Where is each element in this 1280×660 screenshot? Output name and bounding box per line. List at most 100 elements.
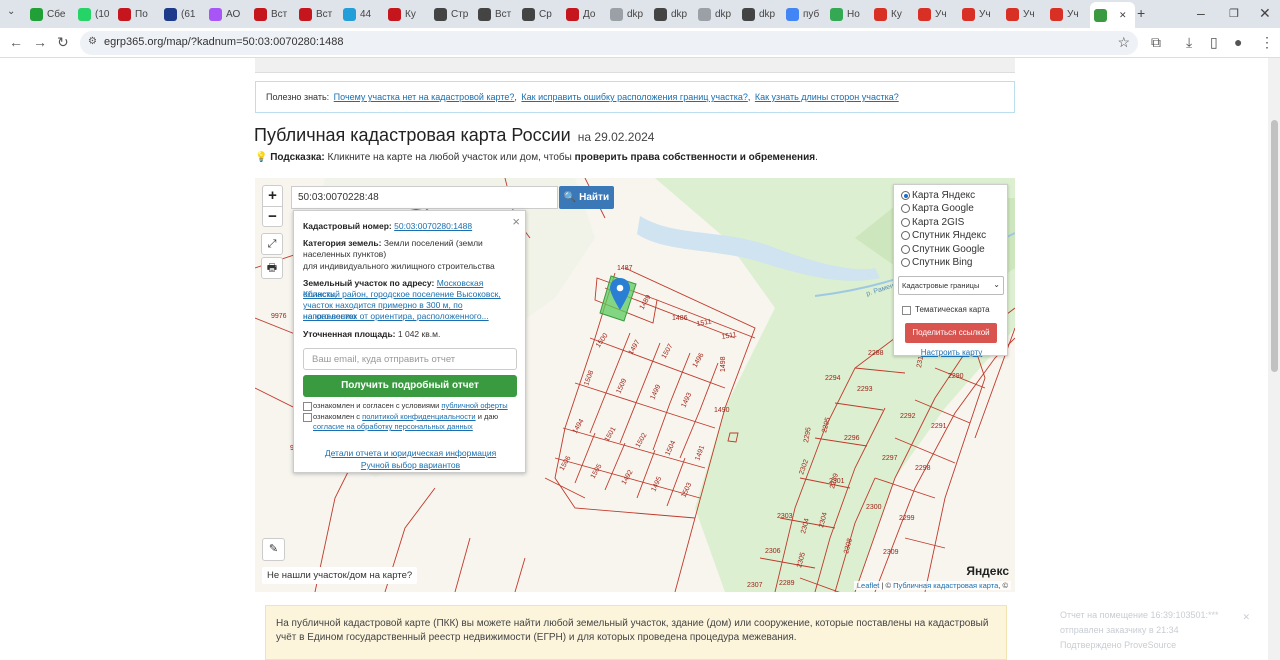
tip-link[interactable]: Как исправить ошибку расположения границ… bbox=[521, 92, 747, 102]
browser-tab[interactable]: dkp bbox=[606, 3, 646, 25]
layer-option[interactable]: Карта Google bbox=[901, 202, 974, 215]
browser-tab[interactable]: Уч bbox=[958, 3, 998, 25]
cadastral-number-link[interactable]: 50:03:0070280:1488 bbox=[394, 221, 472, 231]
parcel-number-label: 1497 bbox=[628, 339, 642, 356]
layer-option[interactable]: Спутник Google bbox=[901, 243, 985, 256]
browser-tab[interactable]: Но bbox=[826, 3, 866, 25]
minimize-icon[interactable]: – bbox=[1197, 5, 1205, 21]
tip-link[interactable]: Почему участка нет на кадастровой карте? bbox=[334, 92, 515, 102]
privacy-checkbox[interactable] bbox=[303, 413, 312, 422]
bookmark-star-icon[interactable]: ☆ bbox=[1117, 34, 1130, 51]
tab-search-icon[interactable]: ⌄ bbox=[7, 6, 15, 17]
profile-icon[interactable]: ● bbox=[1234, 34, 1242, 50]
browser-tab[interactable]: Уч bbox=[1046, 3, 1086, 25]
popup-close-icon[interactable]: × bbox=[512, 214, 520, 229]
browser-tab[interactable]: 44 bbox=[339, 3, 379, 25]
share-link-button[interactable]: Поделиться ссылкой bbox=[905, 323, 997, 343]
extensions-icon[interactable]: ⧉ bbox=[1151, 34, 1161, 51]
thematic-map-checkbox[interactable] bbox=[902, 306, 911, 315]
boundaries-select[interactable]: Кадастровые границы ⌄ bbox=[898, 276, 1004, 295]
leaflet-link[interactable]: Leaflet bbox=[857, 581, 880, 590]
browser-tab[interactable]: Ср bbox=[518, 3, 558, 25]
browser-tab[interactable]: Вст bbox=[474, 3, 514, 25]
radio-button[interactable] bbox=[901, 231, 910, 241]
reload-icon[interactable]: ↻ bbox=[57, 34, 69, 51]
radio-button[interactable] bbox=[901, 258, 910, 267]
tab-favicon-icon bbox=[78, 7, 91, 21]
details-link[interactable]: Детали отчета и юридическая информация bbox=[325, 448, 496, 458]
get-report-button[interactable]: Получить подробный отчет bbox=[303, 375, 517, 397]
layer-option[interactable]: Карта Яндекс bbox=[901, 189, 975, 202]
radio-button[interactable] bbox=[901, 191, 910, 200]
browser-tab[interactable]: ✕ bbox=[1090, 2, 1135, 28]
parcel-number-label: 2291 bbox=[931, 423, 947, 430]
scrollbar-thumb[interactable] bbox=[1271, 120, 1278, 372]
browser-tab[interactable]: По bbox=[114, 3, 154, 25]
tab-close-icon[interactable]: ✕ bbox=[1119, 10, 1127, 21]
browser-tab[interactable]: АО bbox=[205, 3, 245, 25]
parcel-number-label: 2306 bbox=[765, 548, 781, 555]
zoom-out-button[interactable]: − bbox=[263, 206, 282, 226]
zoom-in-button[interactable]: + bbox=[263, 186, 282, 206]
consent-link[interactable]: согласие на обработку персональных данны… bbox=[313, 422, 473, 431]
tab-label: До bbox=[583, 8, 596, 20]
tip-link[interactable]: Как узнать длины сторон участка? bbox=[755, 92, 899, 102]
browser-tab[interactable]: пуб bbox=[782, 3, 822, 25]
parcel-number-label: 1498 bbox=[720, 356, 727, 372]
pkk-link[interactable]: Публичная кадастровая карта bbox=[893, 581, 998, 590]
radio-button[interactable] bbox=[901, 244, 910, 254]
print-button[interactable]: 🖶 bbox=[261, 257, 283, 279]
browser-tab[interactable]: Ку bbox=[870, 3, 910, 25]
parcel-number-label: 2296 bbox=[844, 435, 860, 442]
email-input[interactable]: Ваш email, куда отправить отчет bbox=[303, 348, 517, 370]
browser-tab[interactable]: Уч bbox=[1002, 3, 1042, 25]
back-icon[interactable]: ← bbox=[9, 34, 23, 50]
site-info-icon[interactable]: ⚙ bbox=[88, 36, 97, 47]
cadastral-search-input[interactable]: 50:03:0070228:48 bbox=[291, 186, 558, 209]
window-close-icon[interactable]: ✕ bbox=[1259, 5, 1271, 22]
browser-tab[interactable]: Уч bbox=[914, 3, 954, 25]
fullscreen-button[interactable]: ⤢ bbox=[261, 233, 283, 255]
layer-option[interactable]: Карта 2GIS bbox=[901, 216, 964, 229]
browser-tab[interactable]: dkp bbox=[738, 3, 778, 25]
browser-tab[interactable]: Ку bbox=[384, 3, 424, 25]
privacy-link[interactable]: политикой конфиденциальности bbox=[362, 412, 475, 421]
browser-tab[interactable]: Стр bbox=[430, 3, 470, 25]
layer-option[interactable]: Спутник Яндекс bbox=[901, 229, 986, 242]
menu-icon[interactable]: ⋮ bbox=[1260, 34, 1274, 51]
radio-button[interactable] bbox=[901, 217, 910, 227]
layer-option[interactable]: Спутник Bing bbox=[901, 256, 973, 269]
restore-icon[interactable]: ❐ bbox=[1229, 7, 1239, 20]
url-field[interactable]: ⚙ egrp365.org/map/?kadnum=50:03:0070280:… bbox=[80, 31, 1138, 55]
download-icon[interactable]: ⤓ bbox=[1186, 34, 1192, 51]
browser-tab[interactable]: Сбе bbox=[26, 3, 66, 25]
address-link[interactable]: на юго-восток от ориентира, расположенно… bbox=[303, 311, 489, 321]
sidebar-icon[interactable]: ▯ bbox=[1210, 34, 1218, 51]
parcel-number-label: 1509 bbox=[615, 378, 628, 395]
browser-tab[interactable]: Вст bbox=[295, 3, 335, 25]
offer-checkbox[interactable] bbox=[303, 402, 312, 411]
toast-close-icon[interactable]: ✕ bbox=[1242, 610, 1250, 625]
browser-tab[interactable]: (61 bbox=[160, 3, 200, 25]
browser-tab[interactable]: (10 bbox=[74, 3, 114, 25]
layer-option-label: Спутник Яндекс bbox=[912, 230, 987, 242]
radio-button[interactable] bbox=[901, 204, 910, 214]
browser-tab[interactable]: До bbox=[562, 3, 602, 25]
new-tab-icon[interactable]: + bbox=[1137, 5, 1145, 21]
browser-tab[interactable]: dkp bbox=[650, 3, 690, 25]
find-button[interactable]: 🔍 Найти bbox=[559, 186, 614, 209]
tab-favicon-icon bbox=[1006, 7, 1019, 21]
cadastral-map[interactable]: р. Рамен 9976 1487 1489 1486 1511 1511 1… bbox=[255, 178, 1015, 592]
tab-favicon-icon bbox=[654, 7, 667, 21]
not-found-link[interactable]: Не нашли участок/дом на карте? bbox=[262, 567, 418, 584]
manual-select-link[interactable]: Ручной выбор вариантов bbox=[361, 460, 460, 470]
browser-tab[interactable]: Вст bbox=[250, 3, 290, 25]
browser-tab[interactable]: dkp bbox=[694, 3, 734, 25]
offer-link[interactable]: публичной оферты bbox=[441, 401, 507, 410]
parcel-number-label: 2303 bbox=[777, 513, 793, 520]
address-link[interactable]: Клинский район, городское поселение Высо… bbox=[303, 289, 501, 299]
configure-map-link[interactable]: Настроить карту bbox=[894, 348, 1009, 357]
measure-button[interactable]: ✎ bbox=[262, 538, 285, 561]
address-bar: ← → ↻ ⚙ egrp365.org/map/?kadnum=50:03:00… bbox=[0, 28, 1280, 58]
forward-icon[interactable]: → bbox=[33, 34, 47, 50]
